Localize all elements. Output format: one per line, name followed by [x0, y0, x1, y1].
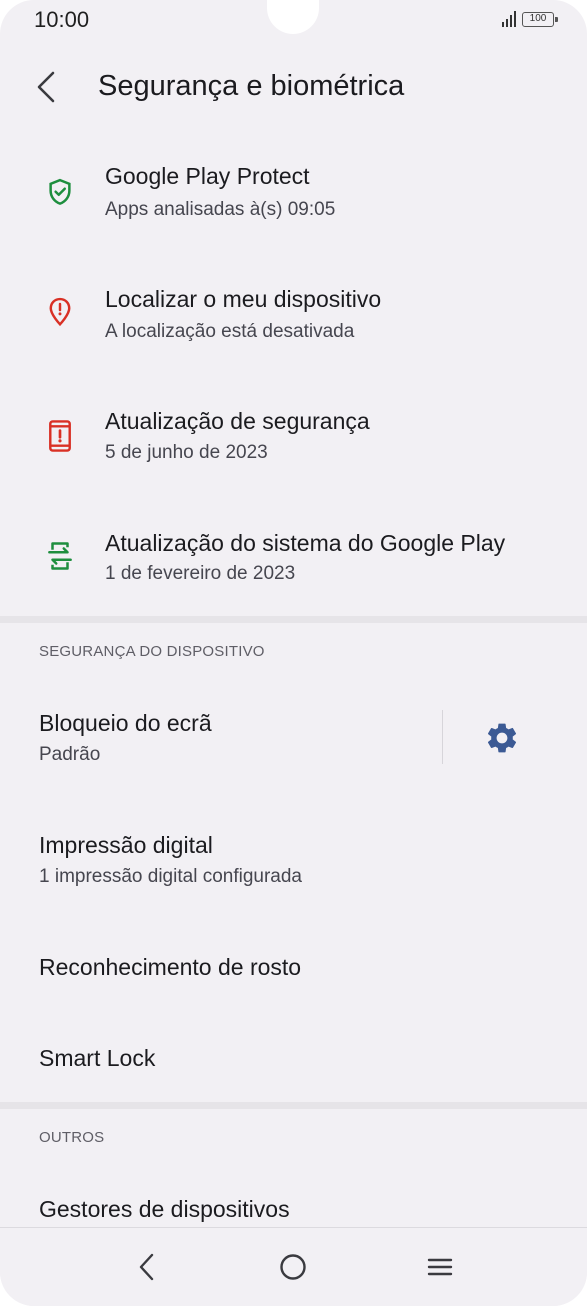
item-title: Atualização do sistema do Google Play — [105, 530, 506, 556]
shield-check-icon — [42, 174, 78, 210]
item-security-update[interactable]: Atualização de segurança 5 de junho de 2… — [0, 394, 587, 504]
screen-lock-settings-button[interactable] — [480, 716, 524, 760]
status-bar: 10:00 100 — [0, 0, 587, 40]
nav-back-button[interactable] — [122, 1242, 172, 1292]
phone-alert-icon — [42, 418, 78, 454]
phone-update-icon — [42, 538, 78, 574]
item-title: Atualização de segurança — [105, 408, 370, 434]
signal-icon — [502, 11, 516, 27]
battery-icon: 100 — [522, 12, 558, 27]
location-alert-icon — [42, 294, 78, 330]
nav-menu-icon — [427, 1258, 453, 1276]
item-title: Impressão digital — [39, 832, 213, 858]
nav-home-icon — [280, 1254, 306, 1280]
phone-screen: 10:00 100 Segurança e biométrica Google … — [0, 0, 587, 1306]
app-bar: Segurança e biométrica — [0, 55, 587, 119]
section-header-device-security: SEGURANÇA DO DISPOSITIVO — [39, 643, 265, 660]
item-find-my-device[interactable]: Localizar o meu dispositivo A localizaçã… — [0, 272, 587, 382]
item-title: Smart Lock — [39, 1045, 156, 1071]
item-device-admins[interactable]: Gestores de dispositivos — [0, 1172, 587, 1228]
item-subtitle: 1 impressão digital configurada — [39, 866, 302, 887]
item-fingerprint[interactable]: Impressão digital 1 impressão digital co… — [0, 812, 587, 908]
battery-level: 100 — [529, 13, 547, 24]
back-button[interactable] — [22, 63, 70, 111]
item-subtitle: 5 de junho de 2023 — [105, 442, 268, 463]
section-divider — [0, 616, 587, 623]
navigation-bar — [0, 1227, 587, 1306]
section-divider — [0, 1102, 587, 1109]
camera-notch — [267, 0, 319, 34]
item-title: Reconhecimento de rosto — [39, 954, 302, 980]
arrow-back-icon — [37, 71, 55, 103]
item-face-recognition[interactable]: Reconhecimento de rosto — [0, 930, 587, 1008]
nav-menu-button[interactable] — [415, 1242, 465, 1292]
item-subtitle: 1 de fevereiro de 2023 — [105, 563, 296, 584]
item-title: Google Play Protect — [105, 163, 310, 189]
nav-home-button[interactable] — [268, 1242, 318, 1292]
item-subtitle: Apps analisadas à(s) 09:05 — [105, 199, 336, 220]
item-smart-lock[interactable]: Smart Lock — [0, 1020, 587, 1100]
status-time: 10:00 — [34, 7, 90, 32]
item-subtitle: Padrão — [39, 744, 101, 765]
nav-back-icon — [139, 1253, 154, 1281]
item-google-play-protect[interactable]: Google Play Protect Apps analisadas à(s)… — [0, 150, 587, 260]
item-title: Gestores de dispositivos — [39, 1196, 290, 1222]
page-title: Segurança e biométrica — [98, 70, 405, 102]
item-title: Localizar o meu dispositivo — [105, 286, 382, 312]
item-title: Bloqueio do ecrã — [39, 710, 212, 736]
item-subtitle: A localização está desativada — [105, 321, 355, 342]
section-header-others: OUTROS — [39, 1129, 105, 1146]
item-google-play-system-update[interactable]: Atualização do sistema do Google Play 1 … — [0, 516, 587, 616]
status-icons: 100 — [502, 11, 558, 27]
gear-icon — [487, 723, 517, 753]
vertical-separator — [442, 710, 443, 764]
